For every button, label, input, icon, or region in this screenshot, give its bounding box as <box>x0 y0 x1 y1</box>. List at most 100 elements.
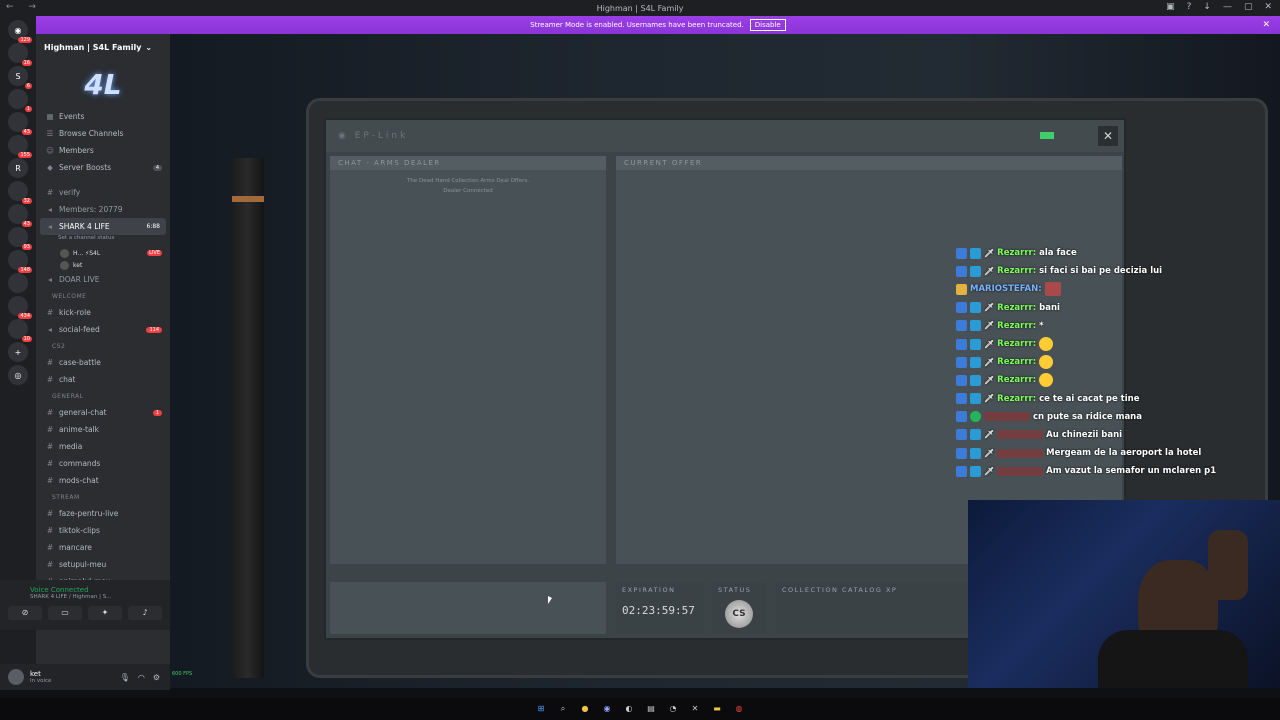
chat-username[interactable]: Rezarrr: <box>997 339 1036 349</box>
chat-username[interactable]: Rezarrr: <box>997 357 1036 367</box>
emote-icon <box>1039 337 1054 352</box>
chat-username[interactable] <box>997 430 1044 440</box>
channel-status[interactable]: Set a channel status <box>36 235 170 247</box>
voice-user[interactable]: H... ⚡S4L LIVE <box>36 247 170 259</box>
channel-members-count[interactable]: ◂ Members: 20779 <box>36 201 170 218</box>
avatar <box>60 260 69 270</box>
search-icon[interactable]: ⌕ <box>557 703 569 715</box>
discover-icon[interactable]: ◎ <box>8 365 28 385</box>
hash-icon: # <box>46 526 54 535</box>
wrench-icon: 🗡 <box>984 321 995 331</box>
category-cs2[interactable]: CS2 <box>36 338 170 354</box>
steam-icon[interactable]: ◐ <box>623 703 635 715</box>
channel-tiktok-clips[interactable]: # tiktok-clips <box>36 522 170 539</box>
windows-start-icon[interactable]: ⊞ <box>535 703 547 715</box>
server-icon[interactable]: 93 <box>8 227 32 250</box>
channel-setupul-meu[interactable]: # setupul-meu <box>36 556 170 573</box>
avatar[interactable] <box>8 669 24 685</box>
channel-kick-role[interactable]: # kick-role <box>36 304 170 321</box>
chat-username[interactable] <box>997 466 1044 476</box>
server-icon[interactable]: 10 <box>8 319 32 342</box>
screen-share-icon[interactable]: ▭ <box>48 606 82 620</box>
chat-username[interactable]: Rezarrr: <box>997 321 1036 331</box>
server-icon[interactable]: 1 <box>8 89 32 112</box>
channel-faze-pentru-live[interactable]: # faze-pentru-live <box>36 505 170 522</box>
app-icon[interactable]: ✕ <box>689 703 701 715</box>
channel-mods-chat[interactable]: # mods-chat <box>36 472 170 489</box>
app-icon[interactable]: ▤ <box>645 703 657 715</box>
nav-arrows[interactable]: ← → <box>6 2 42 12</box>
activities-icon[interactable]: ✦ <box>88 606 122 620</box>
voice-channel-shark[interactable]: ◂ SHARK 4 LIFE 6:88 <box>40 218 166 235</box>
server-icon[interactable]: R <box>8 158 28 178</box>
hash-icon: # <box>46 543 54 552</box>
channel-chat[interactable]: # chat <box>36 371 170 388</box>
hash-icon: # <box>46 375 54 384</box>
stream-view: ◉ EP-Link ✕ CHAT - ARMS DEALER The Dead … <box>170 34 1280 688</box>
soundboard-icon[interactable]: ♪ <box>128 606 162 620</box>
chat-username[interactable]: Rezarrr: <box>997 375 1036 385</box>
server-icon[interactable]: S6 <box>8 66 32 89</box>
category-general[interactable]: GENERAL <box>36 388 170 404</box>
chat-title: CHAT - ARMS DEALER <box>330 156 606 170</box>
chat-username[interactable] <box>997 448 1044 458</box>
server-icon[interactable]: 148 <box>8 250 32 273</box>
chrome-icon[interactable]: ● <box>579 703 591 715</box>
channel-anime-talk[interactable]: # anime-talk <box>36 421 170 438</box>
voice-status[interactable]: Voice Connected <box>0 580 170 594</box>
camera-off-icon[interactable]: ⊘ <box>8 606 42 620</box>
chat-username[interactable] <box>984 412 1030 422</box>
help-icon[interactable]: ? <box>1187 2 1192 12</box>
chat-message: 🗡 Rezarrr: bani <box>956 299 1280 317</box>
server-header[interactable]: Highman | S4L Family ⌄ <box>36 34 170 60</box>
server-icon[interactable]: 434 <box>8 296 32 319</box>
app-icon[interactable]: ◍ <box>733 703 745 715</box>
chat-input-area[interactable] <box>330 582 606 634</box>
chat-username[interactable]: Rezarrr: <box>997 248 1036 258</box>
channel-general-chat[interactable]: # general-chat 1 <box>36 404 170 421</box>
channel-case-battle[interactable]: # case-battle <box>36 354 170 371</box>
disable-button[interactable]: Disable <box>749 19 786 31</box>
chat-username[interactable]: Rezarrr: <box>997 303 1036 313</box>
channel-social-feed[interactable]: ◂ social-feed 114 <box>36 321 170 338</box>
chat-username[interactable]: MARIOSTEFAN: <box>970 284 1042 294</box>
server-boosts-link[interactable]: ◆ Server Boosts 4 <box>36 159 170 176</box>
sub-badge-icon <box>970 338 981 350</box>
discord-icon[interactable]: ◉ <box>601 703 613 715</box>
maximize-icon[interactable]: ▢ <box>1244 2 1253 12</box>
headphones-icon[interactable]: ◠ <box>138 673 145 682</box>
offer-title: CURRENT OFFER <box>616 156 1122 170</box>
voice-user[interactable]: ket <box>36 259 170 271</box>
chat-username[interactable]: Rezarrr: <box>997 394 1036 404</box>
events-link[interactable]: ▦ Events <box>36 108 170 125</box>
home-icon[interactable]: ◉ 129 <box>8 20 32 43</box>
chat-username[interactable]: Rezarrr: <box>997 266 1036 276</box>
server-icon[interactable]: 155 <box>8 135 32 158</box>
mod-badge-icon <box>956 465 967 477</box>
close-button[interactable]: ✕ <box>1098 126 1118 146</box>
gear-icon[interactable]: ⚙ <box>153 673 160 682</box>
banner-close-icon[interactable]: ✕ <box>1262 20 1270 30</box>
channel-doar-live[interactable]: ◂ DOAR LIVE <box>36 271 170 288</box>
channel-media[interactable]: # media <box>36 438 170 455</box>
add-server-icon[interactable]: + <box>8 342 28 362</box>
channel-verify[interactable]: # verify <box>36 184 170 201</box>
app-icon[interactable]: ◔ <box>667 703 679 715</box>
download-icon[interactable]: ↓ <box>1203 2 1211 12</box>
category-welcome[interactable]: WELCOME <box>36 288 170 304</box>
close-icon[interactable]: ✕ <box>1264 2 1272 12</box>
members-link[interactable]: ☺ Members <box>36 142 170 159</box>
server-icon[interactable]: 32 <box>8 181 32 204</box>
inbox-icon[interactable]: ▣ <box>1166 2 1175 12</box>
channel-commands[interactable]: # commands <box>36 455 170 472</box>
folder-icon[interactable]: ▬ <box>711 703 723 715</box>
server-icon[interactable]: 16 <box>8 43 32 66</box>
channel-mancare[interactable]: # mancare <box>36 539 170 556</box>
minimize-icon[interactable]: — <box>1223 2 1232 12</box>
server-icon[interactable]: 43 <box>8 204 32 227</box>
microphone-icon[interactable]: 🎙 <box>120 673 130 682</box>
browse-channels-link[interactable]: ☰ Browse Channels <box>36 125 170 142</box>
server-icon[interactable]: 43 <box>8 112 32 135</box>
server-icon[interactable] <box>8 273 28 293</box>
category-stream[interactable]: STREAM <box>36 489 170 505</box>
